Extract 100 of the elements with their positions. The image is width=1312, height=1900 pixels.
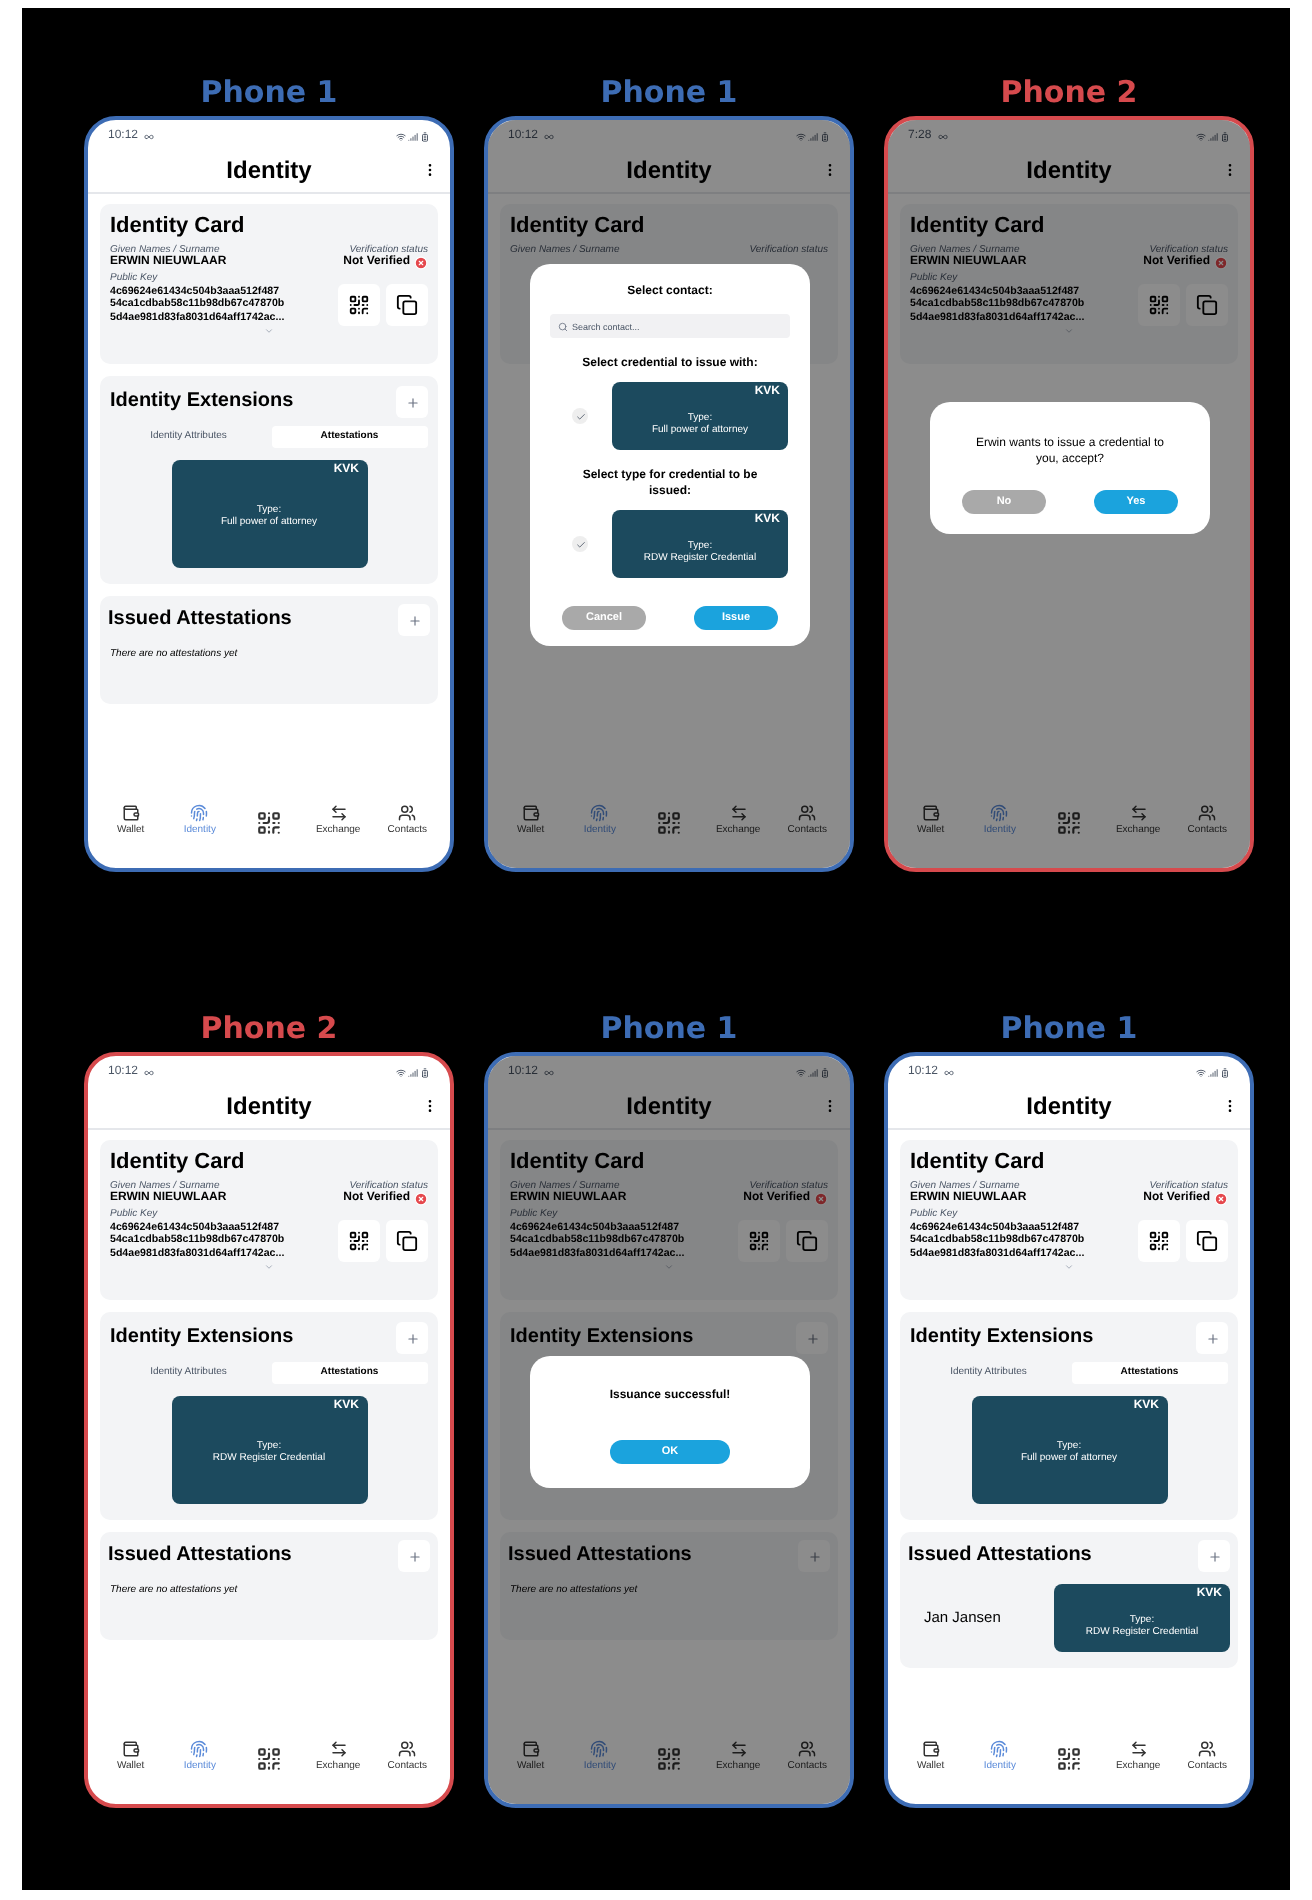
qr-code-icon bbox=[1055, 1746, 1082, 1772]
phone-label: Phone 2 bbox=[200, 1012, 338, 1046]
section-title: Identity Card bbox=[510, 214, 647, 240]
qr-code-icon bbox=[1148, 1230, 1170, 1252]
people-icon bbox=[398, 1740, 417, 1758]
qr-code-icon bbox=[348, 294, 370, 316]
infinity-icon bbox=[144, 132, 155, 142]
fingerprint-icon bbox=[190, 804, 209, 822]
exchange-arrows-icon bbox=[1129, 1740, 1148, 1758]
section-title: Identity Extensions bbox=[910, 1326, 1094, 1350]
screen-title: Identity bbox=[624, 1089, 714, 1123]
signal-icon bbox=[1208, 1068, 1218, 1078]
qr-code-icon bbox=[1055, 810, 1082, 836]
plus-icon bbox=[407, 1549, 421, 1563]
section-title: Identity Extensions bbox=[110, 390, 294, 414]
expand-icon bbox=[264, 1262, 274, 1272]
signal-icon bbox=[1208, 132, 1218, 142]
copy-button[interactable] bbox=[1186, 284, 1228, 326]
search-icon bbox=[558, 321, 568, 331]
wifi-icon bbox=[796, 1068, 806, 1078]
expand-icon bbox=[264, 326, 274, 336]
plus-icon bbox=[405, 395, 419, 409]
qr-button[interactable] bbox=[1138, 1220, 1180, 1262]
check-mark[interactable] bbox=[572, 536, 588, 552]
qr-button[interactable] bbox=[1138, 284, 1180, 326]
qr-code-icon bbox=[655, 1746, 682, 1772]
infinity-icon bbox=[544, 1068, 555, 1078]
plus-icon bbox=[405, 1331, 419, 1345]
wallet-icon bbox=[121, 804, 140, 822]
screen-title: Identity bbox=[224, 153, 314, 187]
screen-title: Identity bbox=[224, 1089, 314, 1123]
plus-icon bbox=[807, 1549, 821, 1563]
section-title: Identity Card bbox=[110, 1150, 247, 1176]
wifi-icon bbox=[396, 132, 406, 142]
expand-icon bbox=[664, 1262, 674, 1272]
infinity-icon bbox=[544, 132, 555, 142]
wallet-icon bbox=[921, 804, 940, 822]
infinity-icon bbox=[144, 1068, 155, 1078]
signal-icon bbox=[408, 1068, 418, 1078]
battery-icon bbox=[1220, 132, 1230, 142]
infinity-icon bbox=[944, 1068, 955, 1078]
signal-icon bbox=[408, 132, 418, 142]
fingerprint-icon bbox=[990, 1740, 1009, 1758]
expand-icon bbox=[1064, 326, 1074, 336]
signal-icon bbox=[808, 1068, 818, 1078]
copy-button[interactable] bbox=[786, 1220, 828, 1262]
section-title: Identity Card bbox=[910, 214, 1047, 240]
copy-icon bbox=[396, 1230, 418, 1252]
wifi-icon bbox=[1196, 1068, 1206, 1078]
screen-title: Identity bbox=[624, 153, 714, 187]
wallet-icon bbox=[121, 1740, 140, 1758]
qr-button[interactable] bbox=[738, 1220, 780, 1262]
plus-icon bbox=[407, 613, 421, 627]
people-icon bbox=[398, 804, 417, 822]
battery-icon bbox=[420, 132, 430, 142]
qr-button[interactable] bbox=[338, 1220, 380, 1262]
qr-code-icon bbox=[655, 810, 682, 836]
exchange-arrows-icon bbox=[329, 1740, 348, 1758]
qr-code-icon bbox=[255, 1746, 282, 1772]
battery-icon bbox=[420, 1068, 430, 1078]
section-title: Issued Attestations bbox=[908, 1544, 1092, 1568]
check-mark[interactable] bbox=[572, 408, 588, 424]
section-title: Identity Card bbox=[110, 214, 247, 240]
section-title: Identity Extensions bbox=[510, 1326, 694, 1350]
copy-button[interactable] bbox=[386, 1220, 428, 1262]
error-icon bbox=[1214, 256, 1228, 270]
error-icon bbox=[814, 1192, 828, 1206]
error-icon bbox=[1214, 1192, 1228, 1206]
phone-label: Phone 2 bbox=[1000, 76, 1138, 110]
battery-icon bbox=[820, 132, 830, 142]
section-title: Issued Attestations bbox=[108, 1544, 292, 1568]
exchange-arrows-icon bbox=[329, 804, 348, 822]
fingerprint-icon bbox=[990, 804, 1009, 822]
section-title: Issued Attestations bbox=[108, 608, 292, 632]
copy-icon bbox=[396, 294, 418, 316]
fingerprint-icon bbox=[590, 804, 609, 822]
screen-title: Identity bbox=[1024, 1089, 1114, 1123]
copy-icon bbox=[796, 1230, 818, 1252]
qr-code-icon bbox=[255, 810, 282, 836]
wallet-icon bbox=[521, 804, 540, 822]
people-icon bbox=[798, 804, 817, 822]
screen-title: Identity bbox=[1024, 153, 1114, 187]
phone-label: Phone 1 bbox=[600, 1012, 738, 1046]
exchange-arrows-icon bbox=[1129, 804, 1148, 822]
section-title: Identity Card bbox=[910, 1150, 1047, 1176]
error-icon bbox=[414, 1192, 428, 1206]
qr-button[interactable] bbox=[338, 284, 380, 326]
wifi-icon bbox=[1196, 132, 1206, 142]
copy-button[interactable] bbox=[386, 284, 428, 326]
wallet-icon bbox=[521, 1740, 540, 1758]
wifi-icon bbox=[796, 132, 806, 142]
phone-label: Phone 1 bbox=[200, 76, 338, 110]
wifi-icon bbox=[396, 1068, 406, 1078]
section-title: Identity Extensions bbox=[110, 1326, 294, 1350]
fingerprint-icon bbox=[590, 1740, 609, 1758]
phone-label: Phone 1 bbox=[600, 76, 738, 110]
plus-icon bbox=[1205, 1331, 1219, 1345]
people-icon bbox=[1198, 1740, 1217, 1758]
copy-button[interactable] bbox=[1186, 1220, 1228, 1262]
qr-code-icon bbox=[1148, 294, 1170, 316]
